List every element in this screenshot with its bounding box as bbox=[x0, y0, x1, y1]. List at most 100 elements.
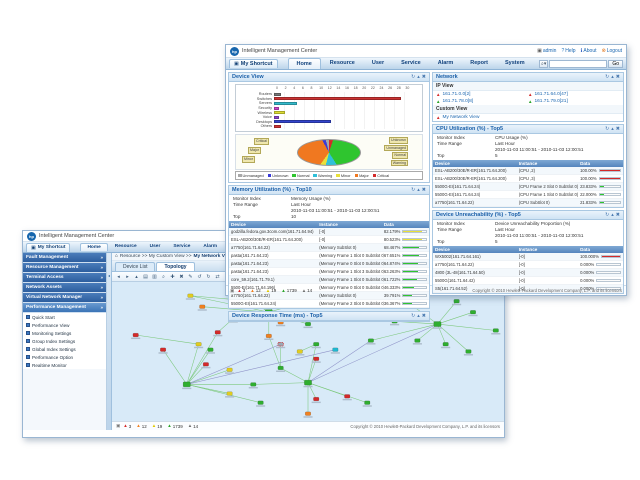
export-icon[interactable]: ▥ bbox=[151, 273, 158, 280]
up-icon[interactable]: ▴ bbox=[133, 273, 140, 280]
tab-home[interactable]: Home bbox=[288, 58, 321, 69]
refresh-icon[interactable]: ↻ bbox=[605, 126, 609, 132]
back-icon[interactable]: ◂ bbox=[115, 273, 122, 280]
sidebar-item-performance-view[interactable]: Performance View bbox=[23, 321, 106, 329]
topology-node[interactable] bbox=[295, 350, 304, 356]
add-device-icon[interactable]: ✚ bbox=[169, 273, 176, 280]
close-icon[interactable]: ✖ bbox=[422, 74, 426, 80]
topology-node[interactable] bbox=[213, 330, 222, 336]
sidebar-item-realtime-monitor[interactable]: Realtime Monitor bbox=[23, 361, 106, 369]
major-alarm-count[interactable]: ▲12 bbox=[136, 424, 146, 429]
topology-node[interactable] bbox=[131, 333, 140, 339]
close-icon[interactable]: ✖ bbox=[422, 187, 426, 193]
sidebar-item-quick-start[interactable]: Quick Start bbox=[23, 313, 106, 321]
topology-node[interactable] bbox=[194, 342, 203, 348]
about-link[interactable]: ℹAbout bbox=[581, 48, 597, 54]
collapse-icon[interactable]: ▴ bbox=[611, 212, 614, 218]
major-alarm-count[interactable]: ▲12 bbox=[250, 288, 260, 293]
front-my-shortcut-tab[interactable]: ▣ My Shortcut bbox=[229, 59, 278, 68]
topology-node[interactable] bbox=[303, 412, 312, 418]
refresh-icon[interactable]: ↻ bbox=[411, 74, 415, 80]
back-tab-home[interactable]: Home bbox=[80, 243, 107, 251]
delete-icon[interactable]: ✖ bbox=[178, 273, 185, 280]
topology-node[interactable] bbox=[264, 334, 273, 340]
normal-alarm-count[interactable]: ▲1739 bbox=[167, 424, 182, 429]
refresh-icon[interactable]: ↻ bbox=[605, 212, 609, 218]
close-icon[interactable]: ✖ bbox=[616, 212, 620, 218]
normal-alarm-count[interactable]: ▲1739 bbox=[281, 288, 296, 293]
network-view-link[interactable]: ▲161.71.79.0[21] bbox=[528, 99, 620, 104]
back-tab-alarm[interactable]: Alarm bbox=[197, 243, 223, 251]
minor-alarm-count[interactable]: ▲19 bbox=[266, 288, 276, 293]
alarm-sound-icon[interactable]: ▣ bbox=[230, 288, 234, 294]
minor-alarm-count[interactable]: ▲19 bbox=[152, 424, 162, 429]
refresh-icon[interactable]: ↻ bbox=[411, 313, 415, 319]
unknown-alarm-count[interactable]: ▲14 bbox=[188, 424, 198, 429]
topology-node[interactable] bbox=[413, 339, 422, 345]
topology-node[interactable] bbox=[303, 380, 312, 387]
network-view-link[interactable]: ▲161.71.0.0[2] bbox=[436, 92, 528, 97]
tab-alarm[interactable]: Alarm bbox=[430, 58, 462, 69]
close-icon[interactable]: ✖ bbox=[422, 313, 426, 319]
view-tab-device-list[interactable]: Device List bbox=[115, 262, 155, 271]
search-input[interactable] bbox=[549, 60, 607, 68]
sidebar-section-resource-management[interactable]: Resource Management» bbox=[23, 263, 106, 273]
forward-icon[interactable]: ▸ bbox=[124, 273, 131, 280]
help-link[interactable]: ?Help bbox=[561, 48, 575, 54]
view-tab-topology[interactable]: Topology bbox=[156, 262, 194, 271]
topology-node[interactable] bbox=[312, 397, 321, 403]
sidebar-item-group-index-settings[interactable]: Group Index Settings bbox=[23, 337, 106, 345]
network-view-link[interactable]: ▲161.71.78.0[8] bbox=[436, 99, 528, 104]
sidebar-item-performance-option[interactable]: Performance Option bbox=[23, 353, 106, 361]
topology-node[interactable] bbox=[276, 366, 285, 372]
collapse-icon[interactable]: ▴ bbox=[417, 187, 420, 193]
collapse-icon[interactable]: ▴ bbox=[611, 126, 614, 132]
save-icon[interactable]: ▤ bbox=[142, 273, 149, 280]
swap-layout-icon[interactable]: ⇄ bbox=[214, 273, 221, 280]
critical-alarm-count[interactable]: ▲3 bbox=[123, 424, 131, 429]
sidebar-section-terminal-access[interactable]: Terminal Access» bbox=[23, 273, 106, 283]
topology-node[interactable] bbox=[198, 305, 207, 311]
back-tab-service[interactable]: Service bbox=[167, 243, 196, 251]
topology-node[interactable] bbox=[249, 383, 258, 389]
alarm-sound-icon[interactable]: ▣ bbox=[116, 423, 120, 429]
tab-resource[interactable]: Resource bbox=[322, 58, 363, 69]
topology-node[interactable] bbox=[182, 382, 191, 389]
tab-service[interactable]: Service bbox=[393, 58, 429, 69]
refresh-icon[interactable]: ↻ bbox=[605, 74, 609, 80]
search-icon[interactable]: ⌕ bbox=[160, 273, 167, 280]
close-icon[interactable]: ✖ bbox=[616, 126, 620, 132]
close-icon[interactable]: ✖ bbox=[616, 74, 620, 80]
network-view-link[interactable]: ▲My Network View bbox=[436, 115, 620, 120]
topology-node[interactable] bbox=[331, 348, 340, 354]
sidebar-item-monitoring-settings[interactable]: Monitoring Settings bbox=[23, 329, 106, 337]
tab-system[interactable]: System bbox=[497, 58, 533, 69]
topology-node[interactable] bbox=[433, 322, 442, 329]
tab-report[interactable]: Report bbox=[462, 58, 496, 69]
critical-alarm-count[interactable]: ▲3 bbox=[237, 288, 245, 293]
sidebar-section-fault-management[interactable]: Fault Management» bbox=[23, 253, 106, 263]
back-tab-user[interactable]: User bbox=[144, 243, 167, 251]
tab-user[interactable]: User bbox=[364, 58, 392, 69]
refresh-icon[interactable]: ↻ bbox=[205, 273, 212, 280]
search-scope-dropdown[interactable]: ⌕▾ bbox=[539, 60, 548, 68]
admin-user-link[interactable]: ▣admin bbox=[537, 48, 556, 54]
logout-link[interactable]: ⊗Logout bbox=[602, 48, 623, 54]
sidebar-section-virtual-network-manager[interactable]: Virtual Network Manager» bbox=[23, 293, 106, 303]
topology-node[interactable] bbox=[201, 362, 210, 368]
undo-icon[interactable]: ↺ bbox=[196, 273, 203, 280]
topology-node[interactable] bbox=[441, 342, 450, 348]
topology-node[interactable] bbox=[158, 348, 167, 354]
collapse-icon[interactable]: ▴ bbox=[417, 313, 420, 319]
network-view-link[interactable]: ▲161.71.64.0[47] bbox=[528, 92, 620, 97]
topology-node[interactable] bbox=[312, 342, 321, 348]
refresh-icon[interactable]: ↻ bbox=[411, 187, 415, 193]
unknown-alarm-count[interactable]: ▲14 bbox=[302, 288, 312, 293]
collapse-icon[interactable]: ▴ bbox=[611, 74, 614, 80]
back-my-shortcut-tab[interactable]: ▣ My Shortcut bbox=[26, 243, 70, 252]
topology-node[interactable] bbox=[206, 348, 215, 354]
back-tab-resource[interactable]: Resource bbox=[109, 243, 143, 251]
sidebar-item-global-index-settings[interactable]: Global Index Settings bbox=[23, 345, 106, 353]
search-go-button[interactable]: Go bbox=[608, 60, 623, 68]
topology-node[interactable] bbox=[186, 294, 195, 300]
